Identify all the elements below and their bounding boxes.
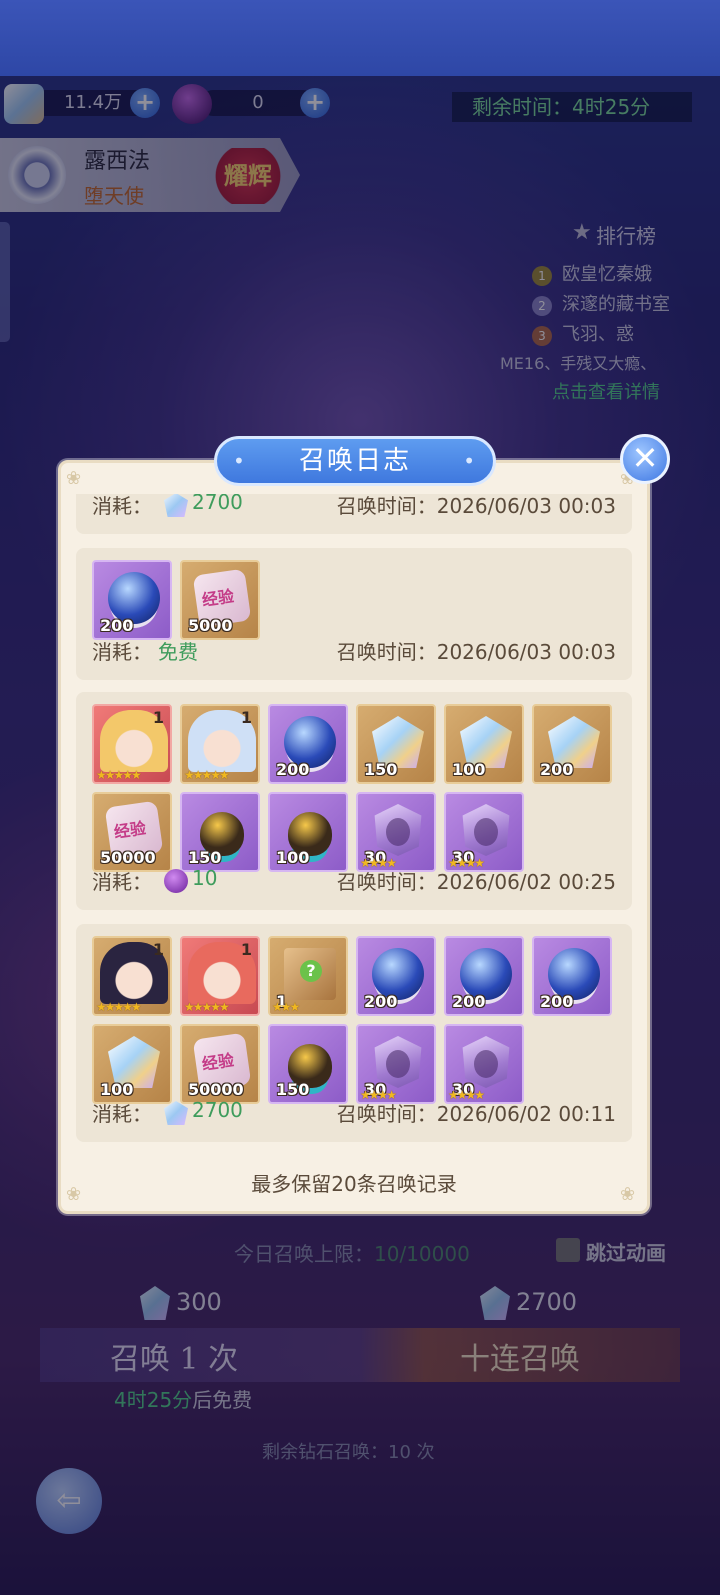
rarity-stars: ★★★★★	[96, 768, 142, 782]
reward-quantity: 5000	[188, 616, 233, 635]
reward-item-orb[interactable]: 200	[92, 560, 172, 640]
top-banner	[0, 0, 720, 76]
cost-value: 免费	[158, 640, 198, 664]
reward-quantity: 100	[452, 760, 486, 779]
cost-value: 2700	[192, 1098, 243, 1122]
close-button[interactable]: ✕	[620, 434, 670, 484]
reward-item-heart[interactable]: 50000	[92, 792, 172, 872]
summon-record-list[interactable]: 消耗：2700召唤时间：2026/06/03 00:032005000消耗：免费…	[76, 494, 632, 1158]
reward-quantity: 200	[276, 760, 310, 779]
corner-ornament: ❀	[66, 468, 82, 489]
reward-item-heart[interactable]: 50000	[180, 1024, 260, 1104]
reward-count: 1	[152, 708, 164, 727]
reward-item-portrait[interactable]: 1 ★★★★★	[180, 704, 260, 784]
reward-item-portrait[interactable]: 1 ★★★★★	[92, 936, 172, 1016]
reward-item-portrait[interactable]: 1 ★★★★★	[92, 704, 172, 784]
reward-item-crystal[interactable]: 100	[444, 704, 524, 784]
reward-quantity: 150	[364, 760, 398, 779]
reward-quantity: 150	[188, 848, 222, 867]
reward-quantity: 100	[276, 848, 310, 867]
reward-item-orb[interactable]: 200	[444, 936, 524, 1016]
reward-item-crystal[interactable]: 150	[356, 704, 436, 784]
orb-icon	[164, 869, 188, 893]
reward-quantity: 200	[100, 616, 134, 635]
cost-value: 10	[192, 866, 218, 890]
reward-quantity: 50000	[188, 1080, 244, 1099]
crystal-icon	[164, 494, 188, 517]
summon-record: 消耗： 2700 召唤时间：2026/06/03 00:03	[76, 494, 632, 534]
close-icon: ✕	[631, 439, 659, 477]
reward-quantity: 200	[452, 992, 486, 1011]
reward-item-shard[interactable]: 30 ★★★★	[356, 792, 436, 872]
reward-quantity: 200	[540, 760, 574, 779]
reward-item-orb[interactable]: 200	[532, 936, 612, 1016]
cost-value: 2700	[192, 494, 243, 514]
reward-quantity: 50000	[100, 848, 156, 867]
reward-item-egg[interactable]: 150	[268, 1024, 348, 1104]
time-value: 2026/06/03 00:03	[436, 494, 616, 518]
reward-item-orb[interactable]: 200	[356, 936, 436, 1016]
dialog-title: 召唤日志	[214, 436, 496, 486]
reward-item-heart[interactable]: 5000	[180, 560, 260, 640]
record-meta: 消耗： 10 召唤时间：2026/06/02 00:25	[76, 866, 632, 896]
summon-time: 召唤时间：2026/06/02 00:25	[337, 866, 616, 895]
summon-record: 1 ★★★★★ 1 ★★★★★ 1★★★ 200 200 200 100 50000 150 30★★…	[76, 924, 632, 1142]
summon-record: 200 5000 消耗：免费 召唤时间：2026/06/03 00:03	[76, 548, 632, 680]
rarity-stars: ★★★★★	[184, 1000, 230, 1014]
time-label: 召唤时间：	[336, 640, 437, 664]
summon-time: 召唤时间：2026/06/03 00:03	[337, 494, 616, 519]
reward-item-shard[interactable]: 30 ★★★★	[444, 792, 524, 872]
record-meta: 消耗： 2700 召唤时间：2026/06/02 00:11	[76, 1098, 632, 1128]
reward-item-egg[interactable]: 150	[180, 792, 260, 872]
rarity-stars: ★★★	[272, 1000, 300, 1014]
reward-quantity: 150	[276, 1080, 310, 1099]
reward-item-portrait[interactable]: 1 ★★★★★	[180, 936, 260, 1016]
record-meta: 消耗： 2700 召唤时间：2026/06/03 00:03	[76, 494, 632, 520]
record-meta: 消耗： 免费 召唤时间：2026/06/03 00:03	[76, 636, 632, 666]
reward-item-shard[interactable]: 30 ★★★★	[356, 1024, 436, 1104]
reward-item-shard[interactable]: 30 ★★★★	[444, 1024, 524, 1104]
summon-time: 召唤时间：2026/06/02 00:11	[337, 1098, 616, 1127]
time-value: 2026/06/02 00:25	[436, 870, 616, 894]
cost-label: 消耗：	[92, 640, 152, 664]
cost-label: 消耗：	[92, 870, 152, 894]
time-label: 召唤时间：	[336, 1102, 437, 1126]
reward-quantity: 200	[364, 992, 398, 1011]
reward-quantity: 100	[100, 1080, 134, 1099]
reward-item-crystal[interactable]: 200	[532, 704, 612, 784]
reward-count: 1	[152, 940, 164, 959]
cost-label: 消耗：	[92, 494, 152, 518]
reward-item-egg[interactable]: 100	[268, 792, 348, 872]
time-value: 2026/06/03 00:03	[436, 640, 616, 664]
reward-count: 1	[240, 708, 252, 727]
crystal-icon	[164, 1101, 188, 1125]
rarity-stars: ★★★★★	[184, 768, 230, 782]
reward-item-chest[interactable]: 1★★★	[268, 936, 348, 1016]
reward-quantity: 200	[540, 992, 574, 1011]
summon-record: 1 ★★★★★ 1 ★★★★★ 200 150 100 200 50000 150 100 30★★★…	[76, 692, 632, 910]
time-value: 2026/06/02 00:11	[436, 1102, 616, 1126]
time-label: 召唤时间：	[336, 494, 437, 518]
cost-label: 消耗：	[92, 1102, 152, 1126]
record-limit-note: 最多保留20条召唤记录	[251, 1172, 457, 1196]
rarity-stars: ★★★★★	[96, 1000, 142, 1014]
reward-count: 1	[240, 940, 252, 959]
reward-item-crystal[interactable]: 100	[92, 1024, 172, 1104]
summon-time: 召唤时间：2026/06/03 00:03	[337, 636, 616, 665]
chest-icon	[284, 948, 336, 1000]
time-label: 召唤时间：	[336, 870, 437, 894]
reward-item-orb[interactable]: 200	[268, 704, 348, 784]
